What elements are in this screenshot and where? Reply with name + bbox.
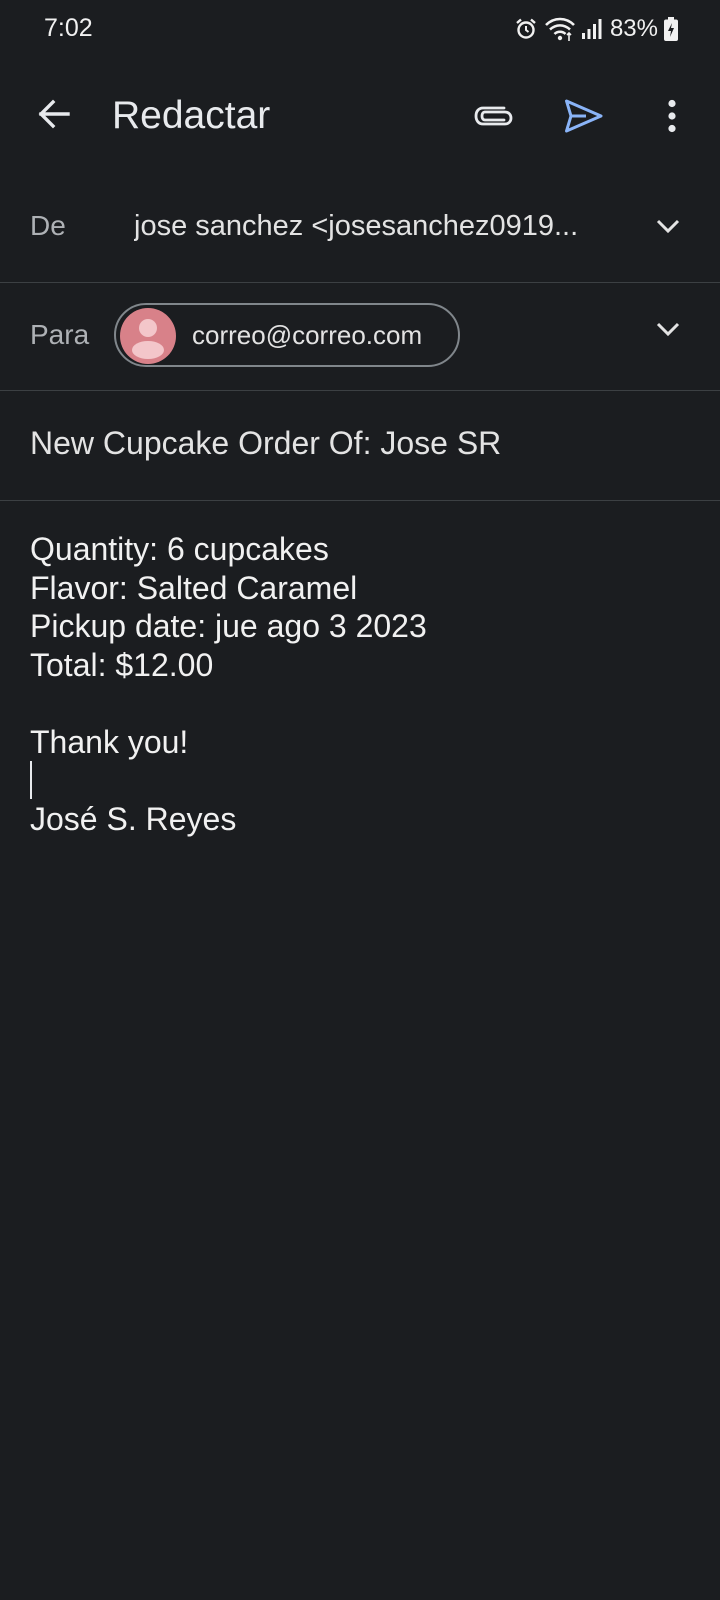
text-cursor: [30, 761, 32, 799]
battery-charging-icon: [664, 17, 678, 41]
attachment-icon: [474, 102, 514, 135]
from-expand-button[interactable]: [640, 200, 696, 256]
body-line: Thank you!: [30, 723, 189, 760]
status-icons: 83%: [514, 14, 678, 44]
to-row: Para correo@correo.com: [0, 283, 720, 391]
send-button[interactable]: [556, 90, 612, 146]
to-expand-button[interactable]: [640, 303, 696, 359]
body-line: Total: $12.00: [30, 646, 214, 683]
subject-field[interactable]: New Cupcake Order Of: Jose SR: [30, 425, 501, 462]
body-line: José S. Reyes: [30, 800, 237, 837]
from-account-selector[interactable]: jose sanchez <josesanchez0919...: [134, 210, 604, 243]
body-line: Quantity: 6 cupcakes: [30, 531, 329, 567]
recipient-email: correo@correo.com: [192, 320, 423, 350]
status-bar: 7:02 83%: [0, 0, 720, 58]
body-field[interactable]: Quantity: 6 cupcakes Flavor: Salted Cara…: [30, 530, 690, 838]
body-line: [30, 684, 690, 723]
alarm-icon: [514, 17, 538, 41]
more-vert-icon: [667, 99, 677, 138]
back-button[interactable]: [28, 90, 80, 142]
wifi-icon: [544, 16, 576, 42]
compose-screen: 7:02 83% Redactar De jose sanchez <joses…: [0, 0, 720, 1600]
recipient-chip[interactable]: correo@correo.com: [114, 303, 460, 367]
chevron-down-icon: [655, 218, 681, 239]
from-label: De: [30, 210, 66, 241]
avatar: [120, 308, 176, 364]
chevron-down-icon: [655, 321, 681, 342]
send-icon: [564, 98, 604, 139]
from-row: De jose sanchez <josesanchez0919...: [0, 178, 720, 283]
body-line: Flavor: Salted Caramel: [30, 569, 358, 606]
status-time: 7:02: [44, 14, 93, 42]
body-line: [30, 761, 690, 800]
subject-row: New Cupcake Order Of: Jose SR: [0, 391, 720, 501]
body-line: Pickup date: jue ago 3 2023: [30, 608, 427, 644]
page-title: Redactar: [112, 94, 271, 137]
back-arrow-icon: [37, 97, 71, 136]
person-icon: [132, 319, 164, 359]
to-label: Para: [30, 319, 90, 350]
attach-button[interactable]: [466, 90, 522, 146]
more-options-button[interactable]: [644, 90, 700, 146]
app-bar: Redactar: [0, 76, 720, 160]
signal-icon: [581, 18, 602, 40]
battery-percent: 83%: [609, 15, 658, 42]
